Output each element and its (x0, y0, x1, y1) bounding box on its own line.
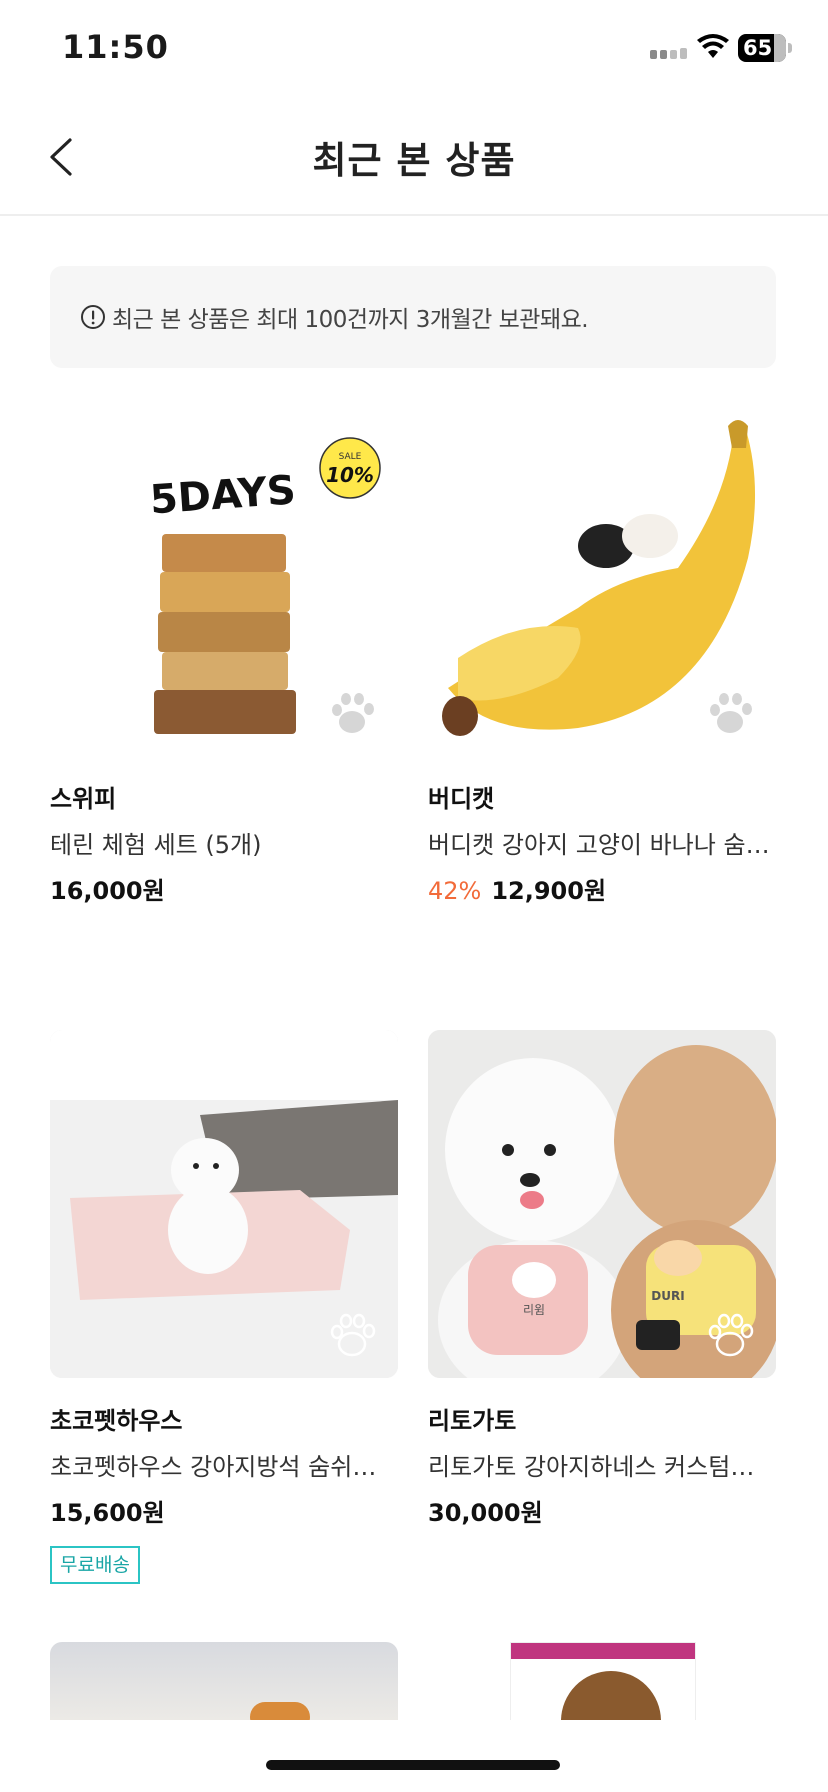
notice-text: 최근 본 상품은 최대 100건까지 3개월간 보관돼요. (112, 307, 589, 333)
product-price: 12,900원 (491, 877, 607, 905)
image-label-5days: 5DAYS (148, 467, 297, 523)
sale-sticker-top: SALE (339, 452, 362, 462)
paw-icon[interactable] (328, 1310, 380, 1360)
product-name: 초코펫하우스 강아지방석 숨쉬는 매트 (50, 1453, 398, 1481)
product-brand: 스위피 (50, 785, 117, 813)
product-price: 30,000원 (428, 1499, 543, 1527)
product-name: 버디캣 강아지 고양이 바나나 숨숨집 (428, 831, 776, 859)
wifi-icon (697, 34, 729, 58)
product-card-partial[interactable] (50, 1642, 398, 1720)
price-row: 15,600원 (50, 1496, 398, 1530)
sale-sticker-text: 10% (326, 463, 374, 487)
product-price: 16,000원 (50, 877, 165, 905)
paw-icon[interactable] (706, 1310, 758, 1360)
product-brand: 리토가토 (428, 1407, 517, 1435)
product-image[interactable] (428, 408, 776, 756)
product-card[interactable]: 5DAYS SALE 10% 스위피 테린 체험 세트 (5개) 16,000원 (50, 408, 398, 908)
paw-icon[interactable] (706, 688, 758, 738)
paw-icon[interactable] (328, 688, 380, 738)
image-label-left: 리윔 (523, 1303, 545, 1317)
product-brand: 버디캣 (428, 785, 495, 813)
price-row: 42% 12,900원 (428, 874, 776, 908)
product-price: 15,600원 (50, 1499, 165, 1527)
image-label-right: DURI (651, 1289, 684, 1303)
battery-icon: 65 (738, 34, 786, 62)
product-name: 테린 체험 세트 (5개) (50, 831, 262, 859)
free-shipping-badge: 무료배송 (50, 1546, 140, 1584)
product-card[interactable]: 리윔 DURI 리토가토 리토가토 강아지하네스 커스텀하네스 30,000원 (428, 1030, 776, 1530)
cellular-signal-icon (650, 48, 687, 59)
product-name: 리토가토 강아지하네스 커스텀하네스 (428, 1453, 776, 1481)
product-card[interactable]: 버디캣 버디캣 강아지 고양이 바나나 숨숨집 42% 12,900원 (428, 408, 776, 908)
product-image[interactable]: 리윔 DURI (428, 1030, 776, 1378)
product-brand: 초코펫하우스 (50, 1407, 183, 1435)
info-icon (80, 304, 106, 330)
product-image[interactable]: 5DAYS SALE 10% (50, 408, 398, 756)
product-card[interactable]: 초코펫하우스 초코펫하우스 강아지방석 숨쉬는 매트 15,600원 무료배송 (50, 1030, 398, 1584)
page-title: 최근 본 상품 (312, 139, 516, 182)
product-card-partial[interactable] (428, 1642, 776, 1720)
status-bar: 11:50 65 (0, 0, 828, 100)
discount-rate: 42% (428, 877, 482, 905)
price-row: 16,000원 (50, 874, 398, 908)
notice-banner: 최근 본 상품은 최대 100건까지 3개월간 보관돼요. (50, 266, 776, 368)
product-image[interactable] (50, 1030, 398, 1378)
nav-header: 최근 본 상품 (0, 100, 828, 216)
home-indicator[interactable] (266, 1760, 560, 1770)
status-time: 11:50 (62, 28, 169, 66)
price-row: 30,000원 (428, 1496, 776, 1530)
